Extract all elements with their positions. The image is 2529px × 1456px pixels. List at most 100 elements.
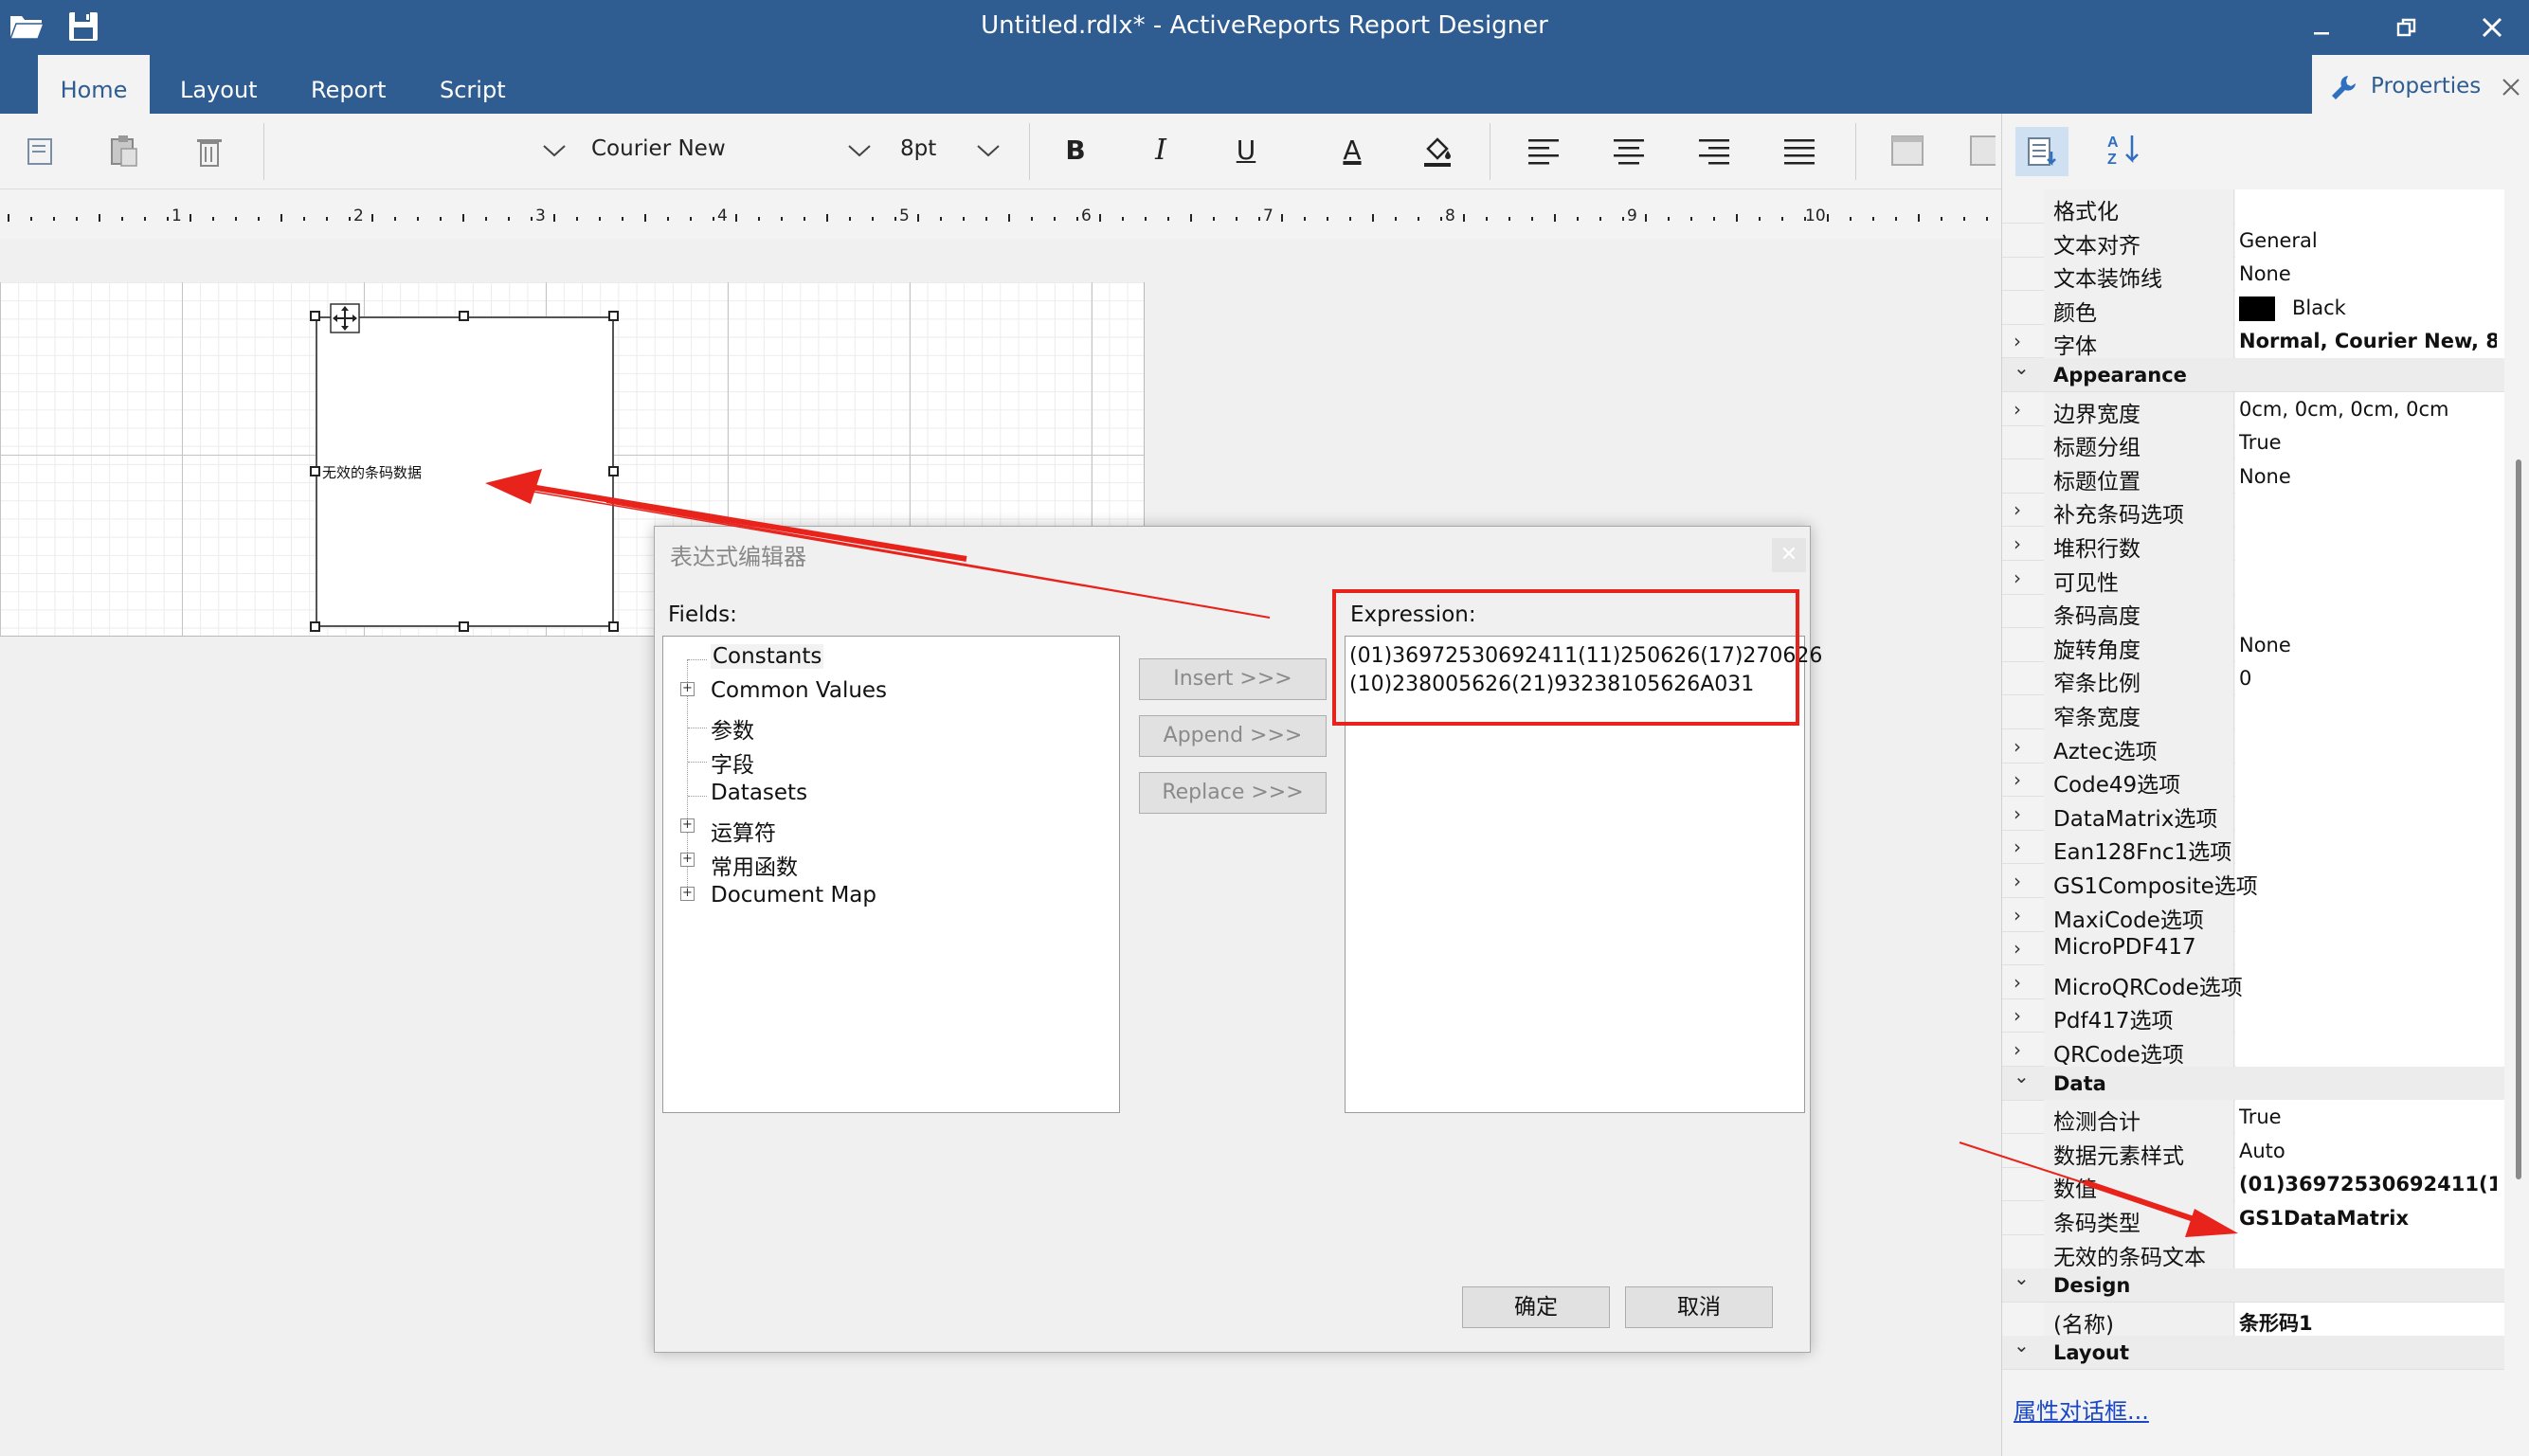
property-value-cell[interactable] xyxy=(2235,728,2504,764)
property-row[interactable]: 窄条宽度 xyxy=(2002,695,2504,730)
resize-handle[interactable] xyxy=(459,311,469,321)
expand-chevron-icon[interactable]: › xyxy=(2014,937,2021,960)
move-handle-icon[interactable] xyxy=(330,303,360,333)
append-button[interactable]: Append >>> xyxy=(1139,715,1327,757)
property-value-cell[interactable] xyxy=(2235,964,2504,999)
property-row[interactable]: 数据元素样式 Auto xyxy=(2002,1133,2504,1169)
property-row[interactable]: 数值 (01)36972530692411(11)250 xyxy=(2002,1167,2504,1202)
property-value-cell[interactable] xyxy=(2235,796,2504,831)
property-value[interactable]: Normal, Courier New, 8pt, xyxy=(2239,330,2497,352)
expand-chevron-icon[interactable]: › xyxy=(2014,836,2021,858)
expand-chevron-icon[interactable]: › xyxy=(2014,971,2021,994)
property-category[interactable]: ⌄ Layout xyxy=(2002,1334,2504,1371)
expand-chevron-icon[interactable]: › xyxy=(2014,904,2021,926)
tree-item-document-map[interactable]: Document Map xyxy=(711,883,876,908)
property-value[interactable]: General xyxy=(2239,229,2497,252)
layout-box-icon[interactable] xyxy=(1886,129,1929,172)
property-row[interactable]: › 可见性 xyxy=(2002,560,2504,596)
font-size-combo[interactable]: 8pt xyxy=(900,136,936,161)
property-row[interactable]: › Pdf417选项 xyxy=(2002,998,2504,1034)
collapse-chevron-icon[interactable]: ⌄ xyxy=(2014,1267,2030,1289)
property-value[interactable]: (01)36972530692411(11)250 xyxy=(2239,1173,2497,1195)
property-value-cell[interactable] xyxy=(2235,189,2504,224)
property-row[interactable]: › QRCode选项 xyxy=(2002,1033,2504,1068)
tree-item-parameters[interactable]: 参数 xyxy=(711,712,754,745)
property-row[interactable]: › 字体 Normal, Courier New, 8pt, xyxy=(2002,324,2504,359)
property-row[interactable]: › MicroQRCode选项 xyxy=(2002,964,2504,1000)
expand-chevron-icon[interactable]: › xyxy=(2014,532,2021,555)
dialog-close-icon[interactable]: ✕ xyxy=(1772,538,1806,572)
expand-chevron-icon[interactable]: › xyxy=(2014,768,2021,791)
replace-button[interactable]: Replace >>> xyxy=(1139,772,1327,814)
property-category[interactable]: ⌄ Design xyxy=(2002,1267,2504,1303)
close-icon[interactable] xyxy=(2464,6,2520,49)
property-value-cell[interactable] xyxy=(2235,931,2504,966)
property-row[interactable]: › DataMatrix选项 xyxy=(2002,796,2504,832)
resize-handle[interactable] xyxy=(608,621,619,632)
property-row[interactable]: 窄条比例 0 xyxy=(2002,661,2504,696)
tree-item-constants[interactable]: Constants xyxy=(711,644,824,669)
property-row[interactable]: › 补充条码选项 xyxy=(2002,493,2504,528)
properties-scrollbar[interactable] xyxy=(2516,459,2521,1179)
property-value-cell[interactable] xyxy=(2235,527,2504,561)
restore-icon[interactable] xyxy=(2378,6,2435,49)
expand-chevron-icon[interactable]: › xyxy=(2014,398,2021,421)
expand-icon[interactable]: + xyxy=(680,887,695,901)
align-right-icon[interactable] xyxy=(1692,129,1736,172)
property-row[interactable]: › GS1Composite选项 xyxy=(2002,864,2504,899)
collapse-chevron-icon[interactable]: ⌄ xyxy=(2014,356,2030,379)
collapse-chevron-icon[interactable]: ⌄ xyxy=(2014,1065,2030,1088)
property-row[interactable]: › Aztec选项 xyxy=(2002,728,2504,764)
property-value-cell[interactable] xyxy=(2235,560,2504,595)
categorized-view-icon[interactable] xyxy=(2015,127,2068,176)
property-row[interactable]: 标题位置 None xyxy=(2002,458,2504,494)
property-row[interactable]: (名称) 条形码1 xyxy=(2002,1302,2504,1338)
property-value-cell[interactable] xyxy=(2235,897,2504,932)
property-value[interactable]: Auto xyxy=(2239,1140,2497,1162)
property-dialog-link[interactable]: 属性对话框... xyxy=(2014,1393,2149,1426)
sort-alphabetical-icon[interactable]: AZ xyxy=(2103,127,2146,171)
property-value[interactable]: None xyxy=(2239,634,2497,656)
resize-handle[interactable] xyxy=(608,466,619,476)
expand-chevron-icon[interactable]: › xyxy=(2014,1004,2021,1027)
expand-chevron-icon[interactable]: › xyxy=(2014,1038,2021,1061)
property-row[interactable]: 颜色 Black xyxy=(2002,290,2504,326)
property-value[interactable]: True xyxy=(2239,1105,2497,1128)
expand-chevron-icon[interactable]: › xyxy=(2014,870,2021,892)
expand-chevron-icon[interactable]: › xyxy=(2014,498,2021,521)
expand-icon[interactable]: + xyxy=(680,682,695,696)
tab-layout[interactable]: Layout xyxy=(171,55,267,114)
copy-icon[interactable] xyxy=(19,129,63,172)
delete-icon[interactable] xyxy=(188,129,231,172)
property-row[interactable]: 条码类型 GS1DataMatrix xyxy=(2002,1201,2504,1236)
property-category[interactable]: ⌄ Data xyxy=(2002,1065,2504,1101)
property-value[interactable]: 0cm, 0cm, 0cm, 0cm xyxy=(2239,398,2497,421)
property-value[interactable]: None xyxy=(2239,262,2497,285)
property-value[interactable]: 条形码1 xyxy=(2239,1308,2497,1337)
resize-handle[interactable] xyxy=(459,621,469,632)
property-value[interactable]: Black xyxy=(2292,297,2529,319)
font-size-dropdown-icon[interactable] xyxy=(966,129,1010,172)
tree-item-operators[interactable]: 运算符 xyxy=(711,815,776,847)
expand-chevron-icon[interactable]: › xyxy=(2014,566,2021,589)
expand-chevron-icon[interactable]: › xyxy=(2014,330,2021,352)
expand-chevron-icon[interactable]: › xyxy=(2014,802,2021,825)
paste-icon[interactable] xyxy=(102,129,146,172)
ok-button[interactable]: 确定 xyxy=(1462,1286,1610,1328)
insert-button[interactable]: Insert >>> xyxy=(1139,658,1327,700)
property-row[interactable]: › MicroPDF417 xyxy=(2002,931,2504,966)
cancel-button[interactable]: 取消 xyxy=(1625,1286,1773,1328)
collapse-chevron-icon[interactable]: ⌄ xyxy=(2014,1334,2030,1357)
font-name-dropdown-icon[interactable] xyxy=(838,129,881,172)
expand-icon[interactable]: + xyxy=(680,853,695,867)
property-value-cell[interactable] xyxy=(2235,1033,2504,1067)
property-row[interactable]: 检测合计 True xyxy=(2002,1100,2504,1135)
property-value-cell[interactable] xyxy=(2235,493,2504,528)
chevron-down-icon[interactable] xyxy=(533,129,576,172)
font-color-button[interactable]: A xyxy=(1330,129,1374,172)
property-row[interactable]: › 堆积行数 xyxy=(2002,527,2504,562)
close-panel-icon[interactable] xyxy=(2502,78,2520,97)
property-value[interactable]: None xyxy=(2239,465,2497,488)
align-center-icon[interactable] xyxy=(1607,129,1651,172)
tree-item-datasets[interactable]: Datasets xyxy=(711,781,807,805)
